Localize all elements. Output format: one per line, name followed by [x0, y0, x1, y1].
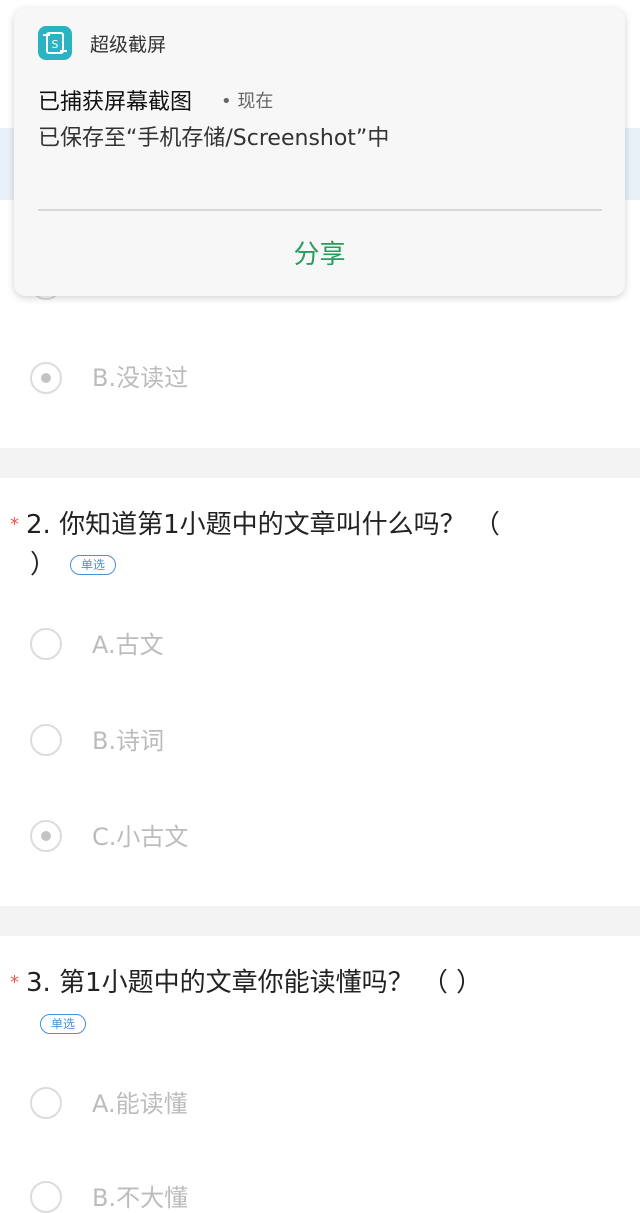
question-3-title: 3. 第1小题中的文章你能读懂吗？ （ ） [26, 968, 483, 998]
q1-option-b-radio[interactable] [30, 362, 62, 394]
svg-text:S: S [52, 38, 59, 51]
required-mark: * [10, 514, 19, 535]
q3-option-a-radio[interactable] [30, 1087, 62, 1119]
q2-option-c-radio[interactable] [30, 820, 62, 852]
notification-app-name: 超级截屏 [90, 34, 167, 56]
section-divider [0, 448, 640, 478]
q3-option-b-radio[interactable] [30, 1181, 62, 1213]
single-choice-tag: 单选 [70, 555, 117, 575]
q2-option-b-radio[interactable] [30, 724, 62, 756]
section-divider [0, 906, 640, 936]
required-mark: * [10, 972, 19, 993]
question-2-title: 2. 你知道第1小题中的文章叫什么吗？ （ [26, 510, 500, 540]
q2-option-c-label[interactable]: C.小古文 [92, 822, 188, 852]
share-button[interactable]: 分享 [14, 234, 625, 271]
screenshot-notification[interactable]: S 超级截屏 已捕获屏幕截图 • 现在 已保存至“手机存储/Screenshot… [14, 8, 625, 296]
notification-title: 已捕获屏幕截图 [38, 90, 193, 115]
q3-option-a-label[interactable]: A.能读懂 [92, 1089, 188, 1119]
screenshot-app-icon: S [38, 26, 72, 60]
q2-option-b-label[interactable]: B.诗词 [92, 726, 164, 756]
q1-option-b-label[interactable]: B.没读过 [92, 363, 188, 393]
q2-option-a-label[interactable]: A.古文 [92, 630, 164, 660]
q3-option-b-label[interactable]: B.不大懂 [92, 1183, 188, 1213]
q2-option-a-radio[interactable] [30, 628, 62, 660]
notification-time: • 现在 [221, 91, 274, 112]
notification-divider [38, 209, 602, 211]
notification-body: 已保存至“手机存储/Screenshot”中 [38, 126, 390, 151]
question-2-title-cont: ） [30, 550, 57, 580]
single-choice-tag: 单选 [40, 1014, 87, 1034]
